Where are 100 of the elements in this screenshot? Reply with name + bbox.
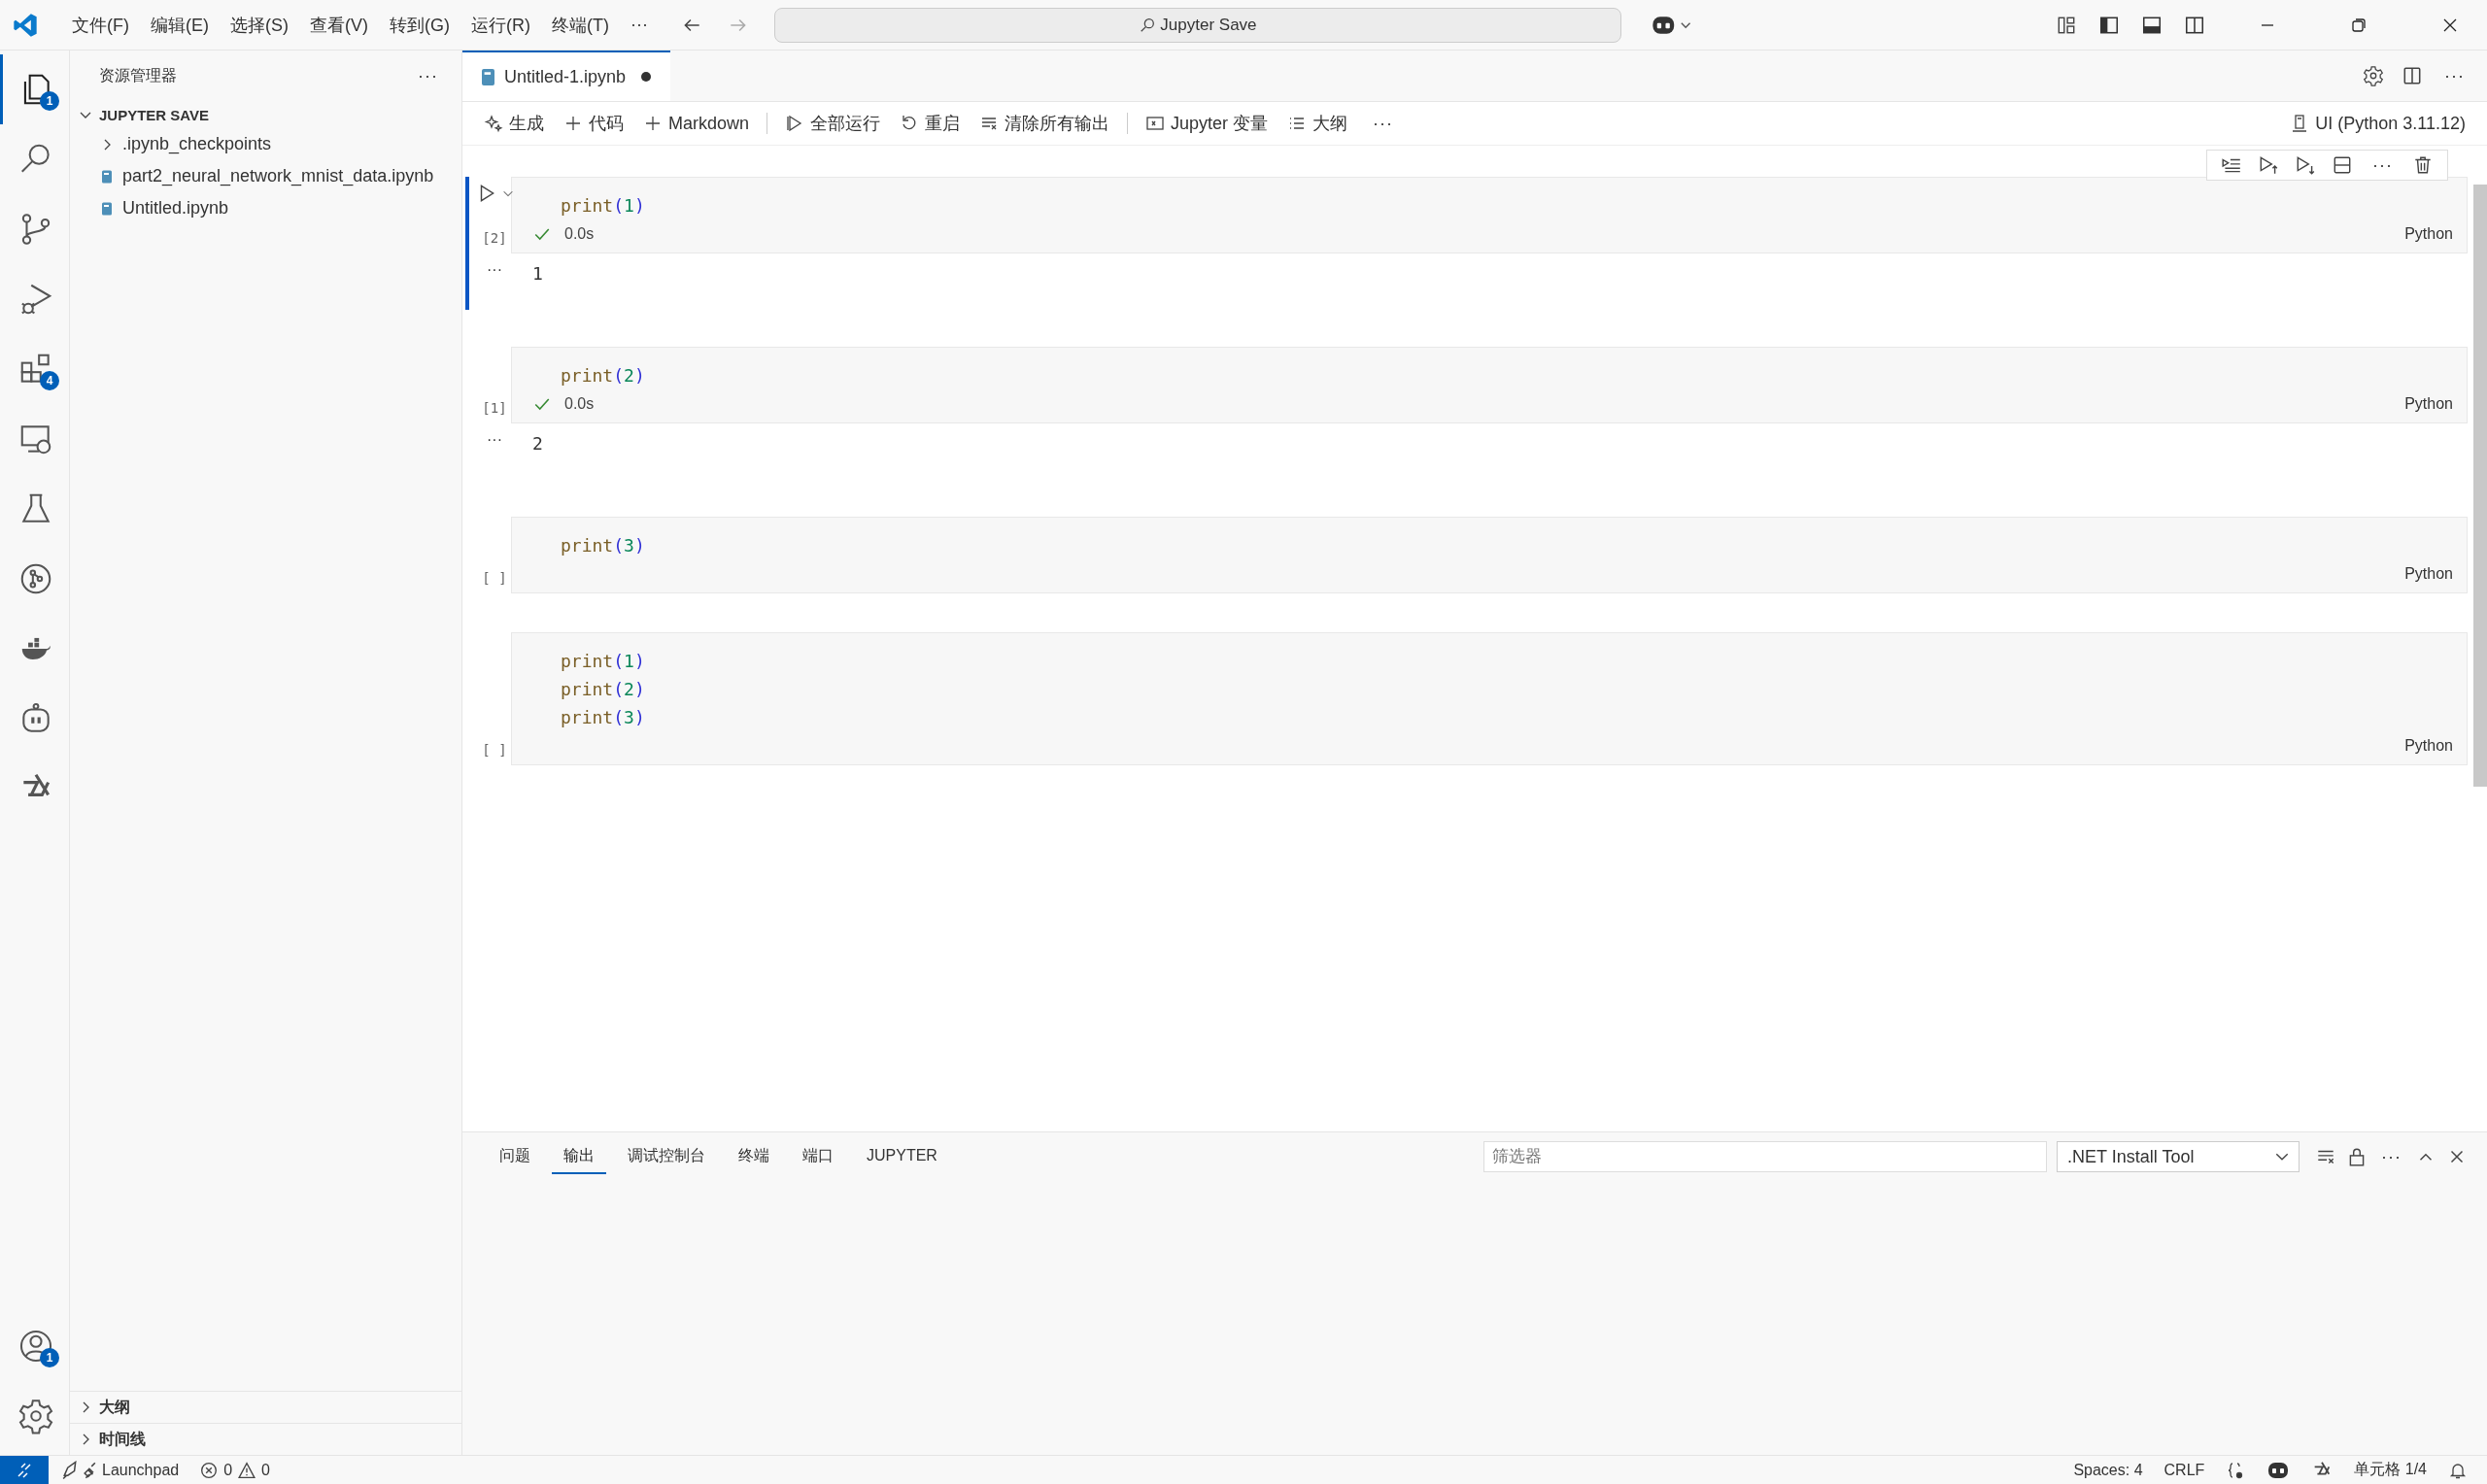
settings-icon (17, 1398, 54, 1434)
cell-language[interactable]: Python (2404, 737, 2467, 755)
code-cell[interactable]: print(1) 0.0s Python (511, 177, 2468, 253)
search-text: Jupyter Save (1160, 15, 1257, 35)
run-below-icon[interactable] (2295, 154, 2316, 176)
code-cell[interactable]: print(3) Python (511, 517, 2468, 593)
execution-count: [1] (482, 400, 507, 416)
toolbar-button[interactable]: 大纲 (1279, 108, 1356, 139)
plug-icon (84, 1461, 96, 1479)
search-icon (1139, 16, 1157, 34)
menu-item[interactable]: 运行(R) (463, 9, 538, 41)
cell-position-item[interactable]: 单元格 1/4 (2354, 1460, 2427, 1480)
execution-count: [ ] (482, 742, 507, 758)
output-more-button[interactable]: ··· (487, 431, 502, 449)
folder-name: JUPYTER SAVE (99, 106, 210, 123)
kernel-picker[interactable]: UI (Python 3.11.12) (2282, 109, 2473, 138)
more-actions-button[interactable]: ··· (2377, 1146, 2405, 1167)
file-tree-item[interactable]: .ipynb_checkpoints (70, 128, 461, 160)
code-line: print(3) (561, 534, 646, 557)
sidebar-title: 资源管理器 (99, 65, 178, 85)
error-count: 0 (223, 1461, 233, 1479)
execution-count: [2] (482, 230, 507, 246)
editor-tab[interactable]: Untitled-1.ipynb (462, 51, 671, 101)
execution-time: 0.0s (564, 225, 595, 243)
output-more-button[interactable]: ··· (487, 261, 502, 279)
indentation-item[interactable]: Spaces: 4 (2073, 1461, 2143, 1479)
panel-tab[interactable]: 调试控制台 (616, 1139, 717, 1174)
problems-item[interactable]: 0 0 (200, 1461, 270, 1479)
panel-tab[interactable]: 问题 (488, 1139, 542, 1174)
cell-language[interactable]: Python (2404, 565, 2467, 583)
toolbar-button[interactable]: Markdown (635, 109, 758, 138)
plus-icon (643, 114, 663, 133)
rocket-icon (62, 1460, 78, 1480)
delete-icon[interactable] (2412, 154, 2434, 176)
panel-tab[interactable]: 输出 (552, 1139, 606, 1174)
menu-item[interactable]: 选择(S) (222, 9, 296, 41)
command-center-search[interactable]: Jupyter Save (773, 7, 1621, 43)
menu-item[interactable]: 终端(T) (544, 9, 617, 41)
count-badge: 4 (40, 371, 59, 390)
launchpad-item[interactable]: Launchpad (62, 1460, 180, 1480)
panel-tab[interactable]: 终端 (727, 1139, 781, 1174)
sparkle-icon (484, 114, 503, 133)
warning-count: 0 (261, 1461, 270, 1479)
toolbar-button[interactable]: Jupyter 变量 (1138, 108, 1277, 139)
activity-bar-item[interactable]: 1 (0, 1311, 69, 1381)
code-line: print(1) (561, 650, 646, 673)
toolbar-button[interactable]: 清除所有输出 (971, 108, 1118, 139)
file-name: Untitled.ipynb (122, 198, 229, 219)
sidebar-section-header[interactable]: 时间线 (70, 1423, 461, 1455)
execution-count: [ ] (482, 570, 507, 586)
run-above-icon[interactable] (2258, 154, 2279, 176)
menu-item[interactable]: 编辑(E) (143, 9, 217, 41)
line-ending-item[interactable]: CRLF (2163, 1461, 2205, 1479)
toolbar-button[interactable]: 代码 (556, 108, 631, 139)
code-line: print(2) (561, 364, 646, 388)
code-line: print(3) (561, 706, 646, 729)
plus-icon (563, 114, 583, 133)
filter-input[interactable]: 筛选器 (1483, 1141, 2047, 1172)
file-tree-item[interactable]: part2_neural_network_mnist_data.ipynb (70, 160, 461, 192)
code-line: print(1) (561, 194, 646, 218)
more-actions-button[interactable]: ··· (1369, 113, 1398, 134)
warning-icon (238, 1461, 256, 1479)
activity-bar-item[interactable]: 4 (0, 334, 69, 404)
toolbar-button[interactable]: 重启 (892, 108, 969, 139)
notebook-icon (482, 68, 494, 85)
cell-output: 1 (531, 262, 543, 286)
launchpad-label: Launchpad (102, 1461, 180, 1479)
toolbar-button[interactable]: 全部运行 (777, 108, 889, 139)
sidebar-section-header[interactable]: 大纲 (70, 1391, 461, 1423)
code-cell[interactable]: print(2) 0.0s Python (511, 347, 2468, 423)
menu-item[interactable]: 文件(F) (64, 9, 137, 41)
folder-header[interactable]: JUPYTER SAVE (70, 101, 461, 128)
code-cell[interactable]: print(1) print(2) print(3) Python (511, 632, 2468, 765)
settings-icon[interactable] (2363, 65, 2384, 86)
output-channel-dropdown[interactable]: .NET Install Tool (2057, 1141, 2300, 1172)
file-name: part2_neural_network_mnist_data.ipynb (122, 166, 434, 186)
more-actions-button[interactable]: ··· (2368, 154, 2397, 176)
count-badge: 1 (40, 1348, 59, 1367)
chevron-down-icon (2275, 1153, 2289, 1161)
split-cell-icon[interactable] (2332, 154, 2353, 176)
variables-icon (1145, 114, 1166, 133)
cell-language[interactable]: Python (2404, 225, 2467, 243)
tab-title: Untitled-1.ipynb (504, 66, 627, 87)
panel-tab[interactable]: 端口 (791, 1139, 845, 1174)
code-line: print(2) (561, 678, 646, 701)
menu-item[interactable]: 查看(V) (302, 9, 376, 41)
cell-language[interactable]: Python (2404, 395, 2467, 413)
toolbar-button[interactable]: 生成 (476, 108, 552, 139)
scrollbar-thumb[interactable] (2473, 185, 2487, 787)
panel-tab[interactable]: JUPYTER (855, 1141, 949, 1172)
split-editor-icon[interactable] (2402, 65, 2423, 86)
file-tree-item[interactable]: Untitled.ipynb (70, 192, 461, 224)
remote-indicator[interactable] (0, 1456, 49, 1484)
execution-time: 0.0s (564, 395, 595, 413)
section-title: 大纲 (99, 1397, 130, 1417)
more-menu-button[interactable]: ··· (622, 11, 656, 39)
more-actions-button[interactable]: ··· (2440, 65, 2469, 86)
activity-bar-item[interactable]: 1 (0, 54, 69, 124)
menu-item[interactable]: 转到(G) (382, 9, 458, 41)
more-actions-button[interactable]: ··· (414, 65, 442, 86)
